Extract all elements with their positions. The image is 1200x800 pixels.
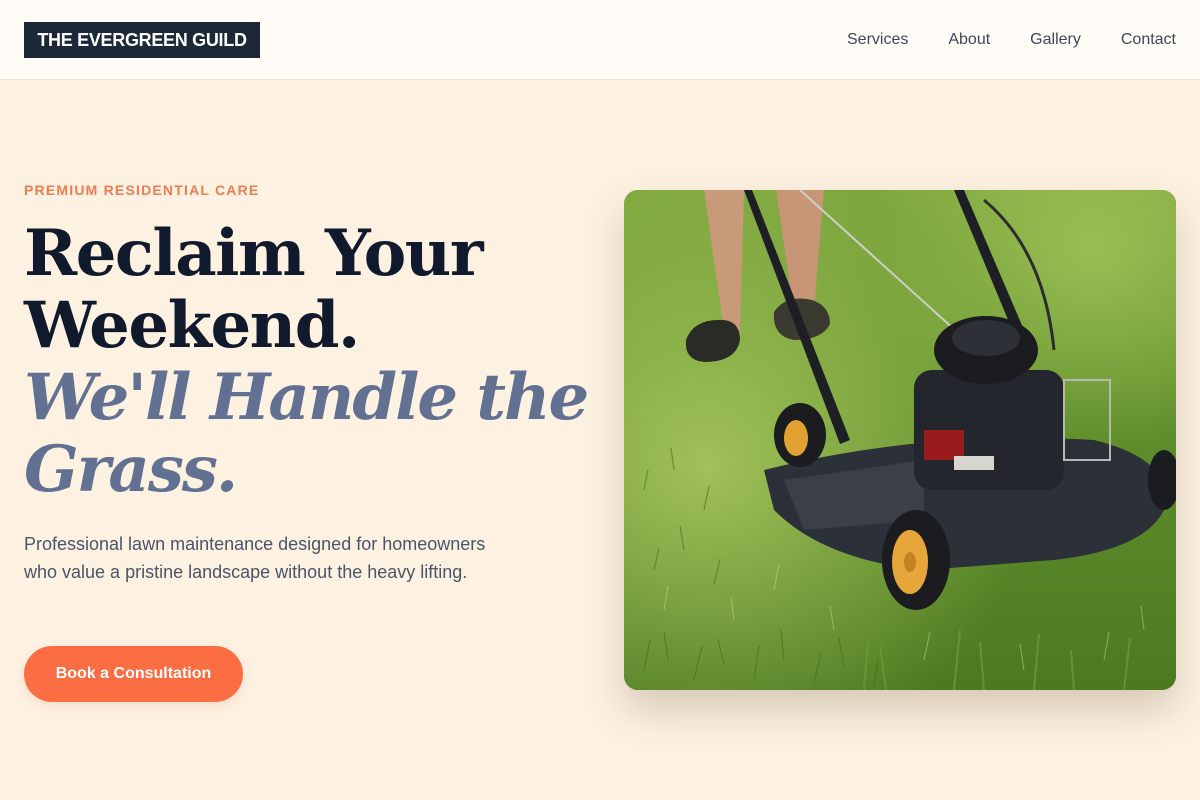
- hero-eyebrow: PREMIUM RESIDENTIAL CARE: [24, 182, 260, 198]
- main-nav: Services About Gallery Contact: [847, 28, 1176, 52]
- headline-accent-line: Grass.: [24, 432, 238, 507]
- headline-accent-line: We'll Handle the: [24, 360, 589, 435]
- hero-subcopy: Professional lawn maintenance designed f…: [24, 534, 486, 582]
- nav-link-about[interactable]: About: [948, 31, 990, 49]
- nav-link-services[interactable]: Services: [847, 31, 908, 49]
- hero-image: [624, 190, 1176, 690]
- logo[interactable]: THE EVERGREEN GUILD: [24, 22, 260, 58]
- lawn-mower-photo: [624, 190, 1176, 690]
- nav-link-gallery[interactable]: Gallery: [1030, 31, 1081, 49]
- headline-line: Reclaim Your: [24, 216, 484, 291]
- headline-line: Weekend.: [24, 288, 360, 363]
- book-consultation-button[interactable]: Book a Consultation: [24, 646, 243, 702]
- nav-link-contact[interactable]: Contact: [1121, 31, 1176, 49]
- hero-headline: Reclaim Your Weekend. We'll Handle the G…: [24, 218, 604, 506]
- site-header: THE EVERGREEN GUILD Services About Galle…: [0, 0, 1200, 80]
